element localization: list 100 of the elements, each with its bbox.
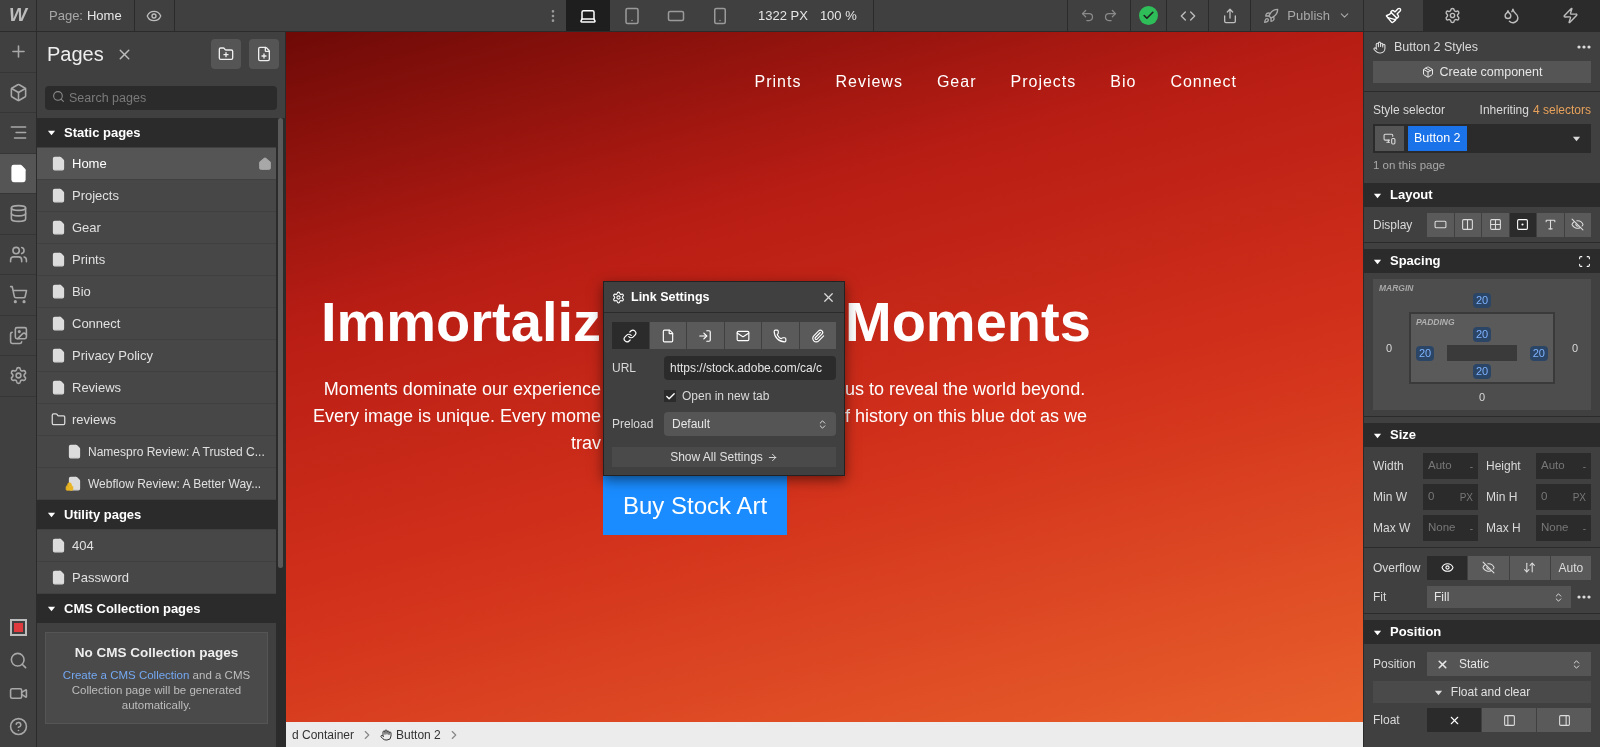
float-and-clear-toggle[interactable]: Float and clear	[1373, 681, 1591, 703]
overflow-label: Overflow	[1373, 559, 1422, 577]
page-item[interactable]: Namespro Review: A Trusted C...	[37, 436, 276, 467]
section-header[interactable]: Utility pages	[37, 500, 276, 529]
page-icon	[51, 284, 66, 299]
settings-icon	[8, 366, 28, 386]
spacing-value[interactable]: 20	[1472, 293, 1492, 308]
nav-link[interactable]: Bio	[1110, 72, 1137, 92]
page-item[interactable]: Projects	[37, 180, 276, 211]
link-type-tab[interactable]	[762, 322, 799, 349]
spacing-value[interactable]: 20	[1472, 327, 1492, 342]
size-label: Min W	[1373, 489, 1408, 506]
section-header[interactable]: Size	[1364, 423, 1600, 447]
link-type-tab[interactable]	[799, 322, 836, 349]
search-field[interactable]: Search pages	[45, 86, 277, 110]
page-icon	[51, 188, 66, 203]
link-type-tab[interactable]	[724, 322, 761, 349]
url-label: URL	[612, 360, 637, 377]
spacing-value[interactable]: 0	[1475, 391, 1489, 403]
selector-chip[interactable]: Button 2	[1408, 126, 1467, 151]
float-option[interactable]	[1537, 708, 1591, 732]
url-field[interactable]: https://stock.adobe.com/ca/c	[664, 356, 836, 380]
columns-icon	[1461, 218, 1475, 231]
new-page-button[interactable]	[249, 39, 279, 69]
show-all-settings-button[interactable]: Show All Settings	[612, 447, 836, 467]
page-icon	[8, 163, 28, 183]
page-icon	[51, 220, 66, 235]
section-header[interactable]: CMS Collection pages	[37, 594, 276, 623]
more-icon[interactable]	[1577, 45, 1591, 49]
eye-off-icon	[1571, 218, 1585, 231]
page-item[interactable]: Bio	[37, 276, 276, 307]
saved-status-icon[interactable]	[1139, 6, 1159, 25]
hand-icon	[1373, 40, 1386, 54]
section-header[interactable]: Position	[1364, 620, 1600, 644]
create-component-button[interactable]: Create component	[1373, 61, 1591, 83]
zoom-level[interactable]: 100 %	[819, 5, 857, 26]
checkbox[interactable]	[664, 390, 676, 402]
selector-field[interactable]: Button 2	[1373, 124, 1591, 153]
spacing-value[interactable]: 20	[1472, 364, 1492, 379]
text-icon	[1543, 218, 1557, 231]
page-name[interactable]: Home	[87, 5, 122, 26]
page-item[interactable]: Reviews	[37, 372, 276, 403]
cart-icon	[8, 285, 28, 305]
hero-text: Every image is unique. Every mome	[312, 405, 601, 428]
page-name: reviews	[72, 410, 118, 429]
position-select[interactable]: Static	[1427, 652, 1591, 676]
canvas-width[interactable]: 1322 PX	[758, 5, 808, 26]
overflow-option[interactable]	[1427, 555, 1468, 580]
page-item[interactable]: reviews	[37, 404, 276, 435]
spacing-value[interactable]: 0	[1568, 340, 1581, 356]
nav-link[interactable]: Gear	[936, 72, 977, 92]
scrollbar[interactable]	[276, 118, 285, 747]
overflow-option[interactable]	[1468, 555, 1509, 580]
nav-link[interactable]: Connect	[1170, 72, 1237, 92]
hero-text: f history on this blue dot as we	[845, 405, 1088, 428]
display-option[interactable]	[1564, 212, 1591, 237]
float-option[interactable]	[1427, 708, 1481, 732]
empty-state-title: No CMS Collection pages	[74, 644, 239, 663]
page-name: Reviews	[72, 378, 123, 397]
section-header[interactable]: Spacing	[1364, 249, 1600, 273]
page-item[interactable]: Gear	[37, 212, 276, 243]
create-collection-link[interactable]: Create a CMS Collection	[62, 668, 190, 681]
link-type-tab[interactable]	[649, 322, 686, 349]
device-button[interactable]	[566, 0, 610, 31]
nav-link[interactable]: Prints	[754, 72, 802, 92]
link-type-tab[interactable]	[612, 322, 649, 349]
preload-select[interactable]: Default	[664, 412, 836, 436]
page-item[interactable]: Password	[37, 562, 276, 593]
page-item[interactable]: Connect	[37, 308, 276, 339]
logo[interactable]: W	[9, 1, 27, 30]
page-item[interactable]: Webflow Review: A Better Way...	[37, 468, 276, 499]
page-name: Home	[72, 154, 108, 173]
display-option[interactable]	[1509, 212, 1536, 237]
panel-tab[interactable]	[1423, 0, 1482, 31]
nav-link[interactable]: Reviews	[835, 72, 903, 92]
overflow-option[interactable]	[1509, 555, 1550, 580]
float-option[interactable]	[1482, 708, 1536, 732]
page-item[interactable]: Home	[37, 148, 276, 179]
overflow-option[interactable]: Auto	[1550, 555, 1591, 580]
new-folder-button[interactable]	[211, 39, 241, 69]
spacing-value[interactable]: 0	[1383, 340, 1396, 356]
section-header[interactable]: Static pages	[37, 118, 276, 147]
section-header[interactable]: Layout	[1364, 183, 1600, 207]
display-option[interactable]	[1454, 212, 1481, 237]
breadcrumb-item[interactable]: Button 2	[374, 725, 447, 744]
page-name: Webflow Review: A Better Way...	[88, 475, 263, 493]
fit-select[interactable]: Fill	[1427, 586, 1571, 608]
more-icon[interactable]	[1577, 595, 1591, 599]
breadcrumb-item[interactable]: d Container	[286, 725, 361, 744]
spacing-value[interactable]: 20	[1416, 345, 1435, 361]
panel-tab[interactable]	[1541, 0, 1600, 31]
nav-link[interactable]: Projects	[1010, 72, 1077, 92]
spacing-value[interactable]: 20	[1529, 345, 1548, 361]
page-item[interactable]: 404	[37, 530, 276, 561]
inheriting-count[interactable]: 4 selectors	[1532, 101, 1591, 119]
selector-icon[interactable]	[1375, 126, 1404, 151]
page-item[interactable]: Privacy Policy	[37, 340, 276, 371]
page-item[interactable]: Prints	[37, 244, 276, 275]
publish-button[interactable]: Publish	[1250, 0, 1363, 31]
display-option[interactable]	[1482, 212, 1509, 237]
